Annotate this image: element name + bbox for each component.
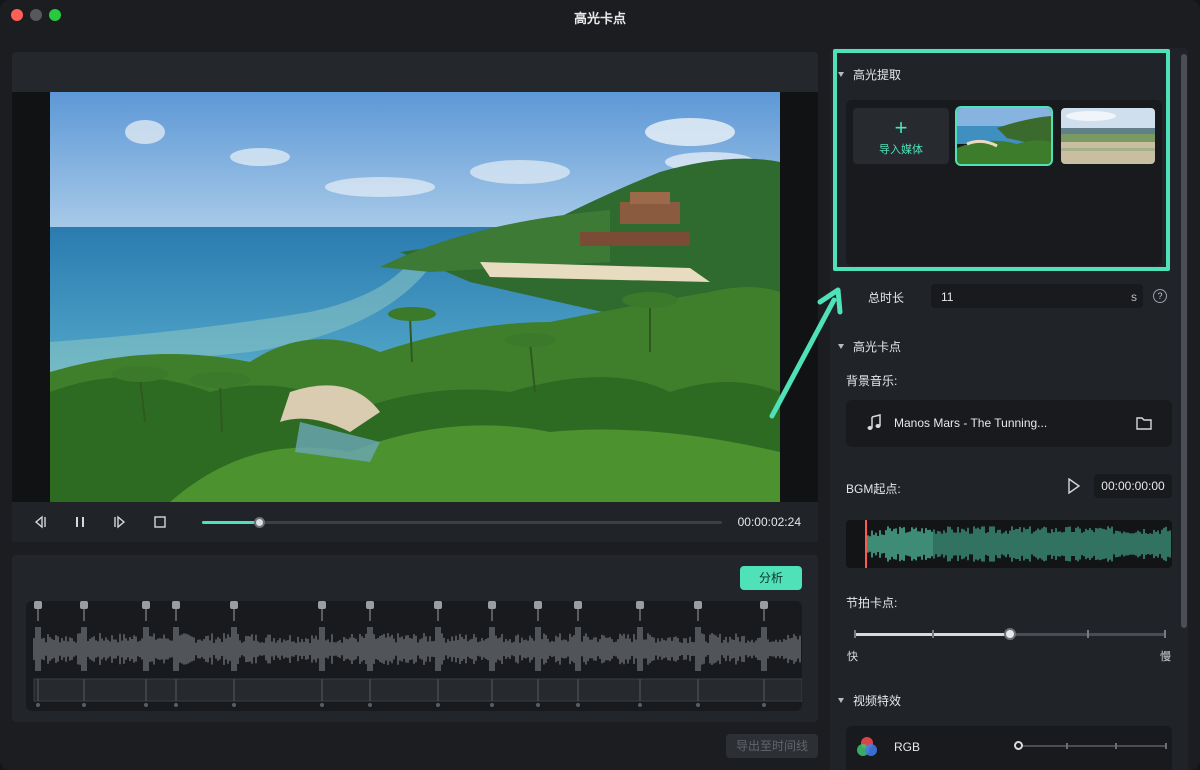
beat-marker[interactable]: [230, 601, 238, 609]
annotation-arrow-icon: [769, 287, 843, 419]
next-frame-icon[interactable]: [110, 512, 130, 532]
clip-dot: [320, 703, 324, 707]
slider-tick: [1114, 743, 1117, 749]
rgb-slider-handle[interactable]: [1014, 741, 1023, 750]
export-to-timeline-button[interactable]: 导出至时间线: [726, 734, 818, 758]
bgm-start-time-input[interactable]: 00:00:00:00: [1094, 474, 1172, 498]
background-music-field[interactable]: Manos Mars - The Tunning...: [846, 400, 1172, 447]
settings-scrollbar[interactable]: [1181, 54, 1187, 628]
clip-dot: [144, 703, 148, 707]
section-title: 视频特效: [853, 694, 902, 708]
music-note-icon: [866, 414, 882, 437]
app-window: 高光卡点 00:00:02:24 分析 导出至时间线 高光提取 + 导入媒体 总…: [0, 0, 1200, 770]
beat-marker[interactable]: [760, 601, 768, 609]
clip-dot: [762, 703, 766, 707]
highlight-beat-section-header[interactable]: 高光卡点: [838, 338, 901, 355]
beat-waveform-timeline[interactable]: [26, 601, 802, 711]
background-music-track-name: Manos Mars - The Tunning...: [894, 416, 1048, 430]
beat-sync-label: 节拍卡点:: [846, 596, 898, 610]
clip-dot: [368, 703, 372, 707]
clip-dot: [696, 703, 700, 707]
pause-icon[interactable]: [70, 512, 90, 532]
beat-marker[interactable]: [366, 601, 374, 609]
beat-sync-slider-handle[interactable]: [1004, 628, 1016, 640]
beat-marker[interactable]: [34, 601, 42, 609]
clip-dot: [36, 703, 40, 707]
beat-marker[interactable]: [574, 601, 582, 609]
help-icon[interactable]: ?: [1153, 289, 1167, 303]
slow-label: 慢: [1160, 651, 1171, 663]
fast-label: 快: [847, 651, 858, 663]
slider-tick: [1165, 743, 1167, 749]
rgb-slider[interactable]: [1018, 745, 1166, 747]
clip-dot: [638, 703, 642, 707]
beat-marker[interactable]: [318, 601, 326, 609]
total-duration-label: 总时长: [868, 291, 905, 305]
bgm-playhead[interactable]: [865, 520, 867, 568]
slider-tick: [931, 630, 934, 638]
beat-marker[interactable]: [80, 601, 88, 609]
bgm-waveform[interactable]: [846, 520, 1172, 568]
total-duration-unit: s: [1131, 290, 1137, 304]
play-bgm-icon[interactable]: [1067, 477, 1081, 499]
collapse-triangle-icon: [838, 344, 844, 349]
beat-marker[interactable]: [434, 601, 442, 609]
playback-progress-handle[interactable]: [254, 517, 266, 528]
beat-marker[interactable]: [534, 601, 542, 609]
beat-marker[interactable]: [636, 601, 644, 609]
previous-frame-icon[interactable]: [30, 512, 50, 532]
slider-tick: [1065, 743, 1068, 749]
rgb-effect-row: RGB: [846, 726, 1172, 770]
beat-marker[interactable]: [142, 601, 150, 609]
beat-marker[interactable]: [488, 601, 496, 609]
title-bar: 高光卡点: [0, 0, 1200, 32]
total-duration-value: 11: [941, 290, 954, 304]
window-title: 高光卡点: [573, 11, 626, 26]
background-music-label: 背景音乐:: [846, 374, 898, 388]
video-effects-section-header[interactable]: 视频特效: [838, 692, 901, 709]
clip-dot: [536, 703, 540, 707]
section-title: 高光卡点: [853, 340, 902, 354]
clip-dot: [174, 703, 178, 707]
playback-timecode: 00:00:02:24: [737, 515, 801, 529]
preview-header: [12, 52, 818, 92]
collapse-triangle-icon: [838, 698, 844, 703]
slider-tick: [854, 630, 856, 638]
clip-dot: [82, 703, 86, 707]
video-preview-image: [50, 92, 780, 502]
audio-analysis-panel: 分析: [12, 555, 818, 722]
clip-dot: [436, 703, 440, 707]
rgb-icon: [856, 736, 878, 763]
beat-marker[interactable]: [172, 601, 180, 609]
player-controls: 00:00:02:24: [12, 502, 818, 542]
clip-dot: [576, 703, 580, 707]
beat-marker[interactable]: [694, 601, 702, 609]
clip-dot: [490, 703, 494, 707]
rgb-label: RGB: [894, 740, 921, 754]
playback-progress-bar[interactable]: [202, 517, 722, 528]
bgm-start-label: BGM起点:: [846, 482, 901, 496]
stop-icon[interactable]: [150, 512, 170, 532]
slider-tick: [1164, 630, 1166, 638]
analyze-button[interactable]: 分析: [740, 566, 802, 590]
total-duration-input[interactable]: 11 s: [931, 284, 1143, 308]
clip-dot: [232, 703, 236, 707]
folder-icon[interactable]: [1136, 416, 1152, 435]
slider-tick: [1086, 630, 1089, 638]
clip-strip[interactable]: [33, 678, 802, 702]
playback-progress-fill: [202, 521, 260, 524]
highlight-annotation-frame: [833, 49, 1170, 271]
